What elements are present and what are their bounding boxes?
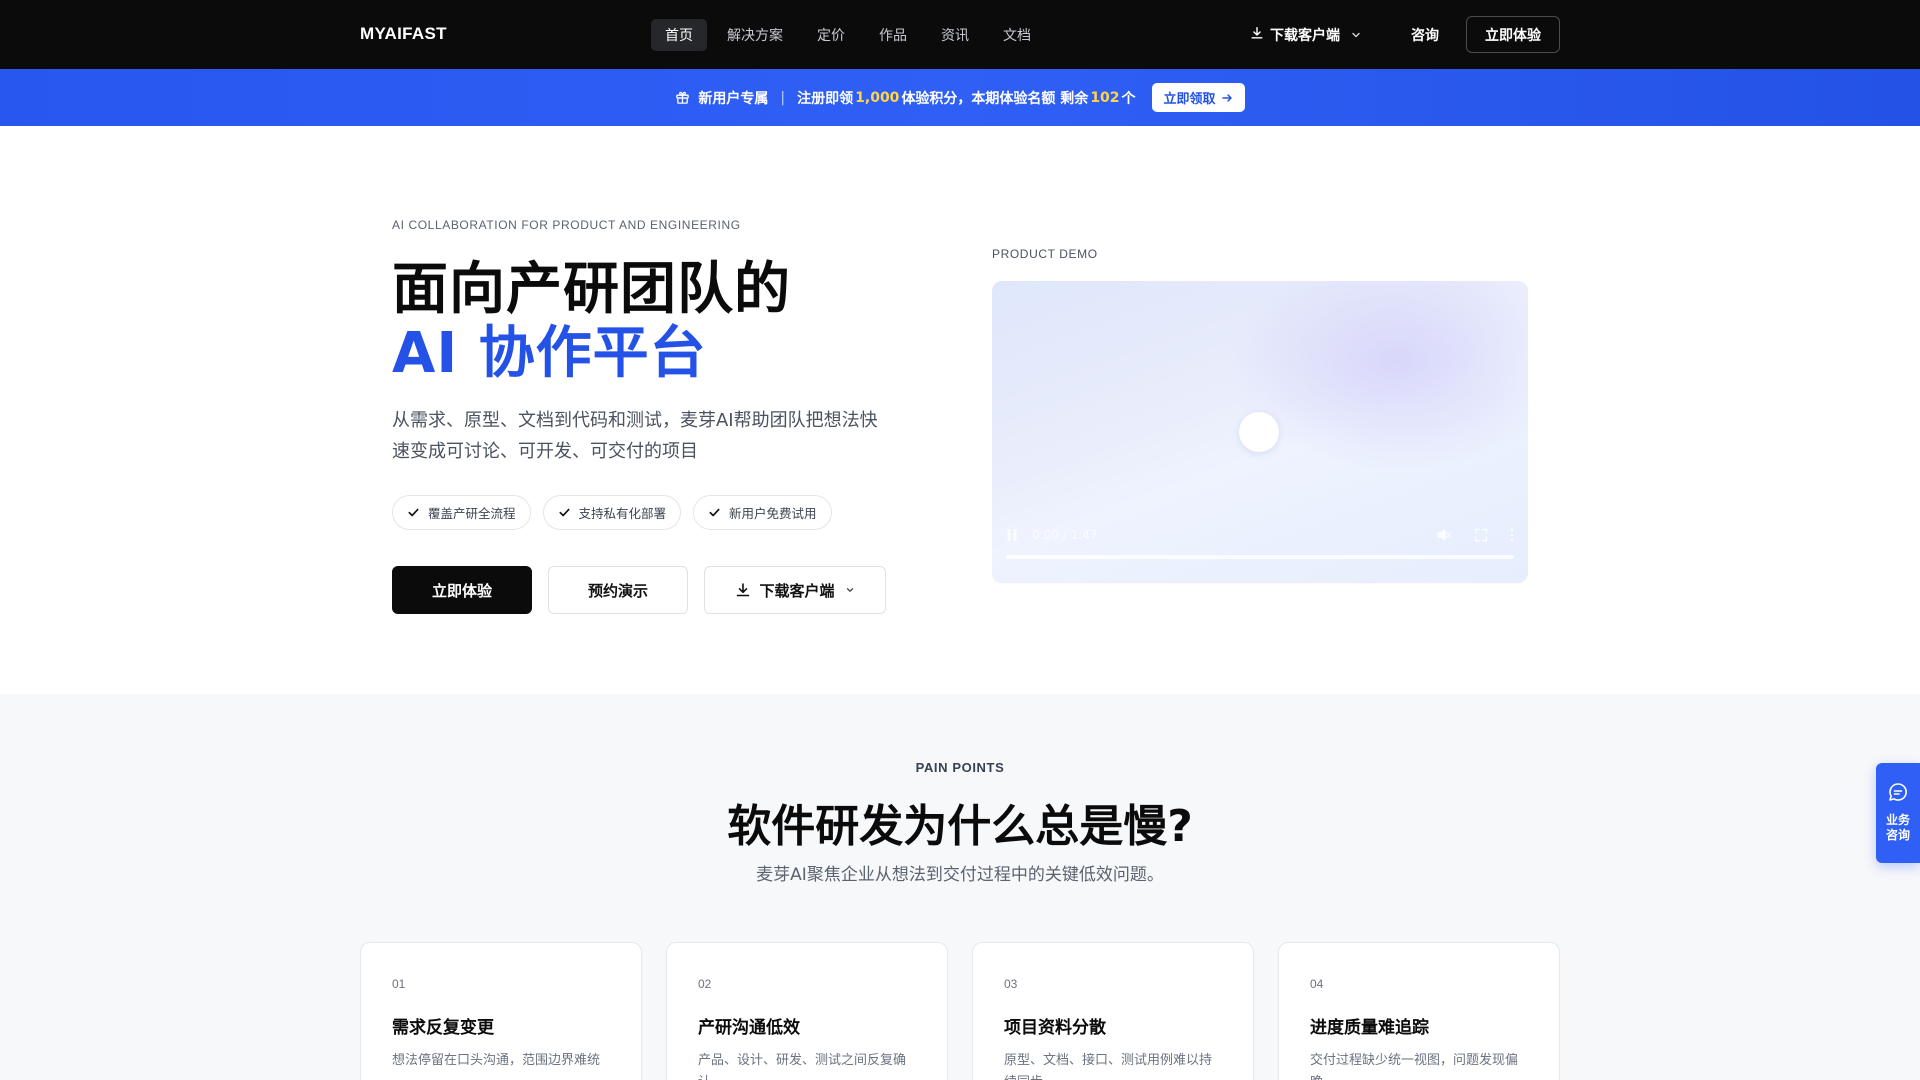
promo-divider: |: [780, 89, 786, 106]
card-description: 产品、设计、研发、测试之间反复确认。: [698, 1053, 907, 1080]
nav-consult-link[interactable]: 咨询: [1411, 19, 1439, 51]
nav-try-now-button[interactable]: 立即体验: [1466, 16, 1560, 53]
card-title: 需求反复变更: [392, 1018, 494, 1038]
top-nav: MYAIFAST 首页 解决方案 定价 作品 资讯 文档 下载客户端 咨询 立即…: [0, 0, 1920, 69]
pain-point-card: 03 项目资料分散 原型、文档、接口、测试用例难以持续同步。: [972, 942, 1254, 1080]
card-number: 02: [698, 977, 712, 991]
book-demo-button[interactable]: 预约演示: [548, 566, 688, 614]
check-icon: [407, 506, 420, 519]
hero-download-button[interactable]: 下载客户端: [704, 566, 886, 614]
feature-chip: 新用户免费试用: [693, 495, 832, 530]
pain-points-title: 软件研发为什么总是慢?: [727, 801, 1193, 852]
promo-claim-button[interactable]: 立即领取: [1151, 83, 1245, 112]
card-number: 03: [1004, 977, 1018, 991]
product-demo-video[interactable]: 0:00 / 1:47: [992, 281, 1528, 583]
demo-label: PRODUCT DEMO: [992, 247, 1098, 261]
pain-point-card: 02 产研沟通低效 产品、设计、研发、测试之间反复确认。: [666, 942, 948, 1080]
promo-claim-label: 立即领取: [1163, 92, 1216, 107]
promo-banner: 新用户专属 | 注册即领 1,000 体验积分，本期体验名额 剩余 102 个 …: [0, 69, 1920, 126]
promo-text-a: 注册即领: [797, 90, 854, 107]
nav-item-home[interactable]: 首页: [651, 19, 707, 51]
nav-download-label: 下载客户端: [1270, 28, 1340, 44]
video-play-indicator[interactable]: [1239, 412, 1279, 452]
feature-chip-label: 覆盖产研全流程: [428, 506, 516, 521]
floating-consult-label: 业务 咨询: [1886, 813, 1910, 843]
card-number: 01: [392, 977, 406, 991]
brand-logo[interactable]: MYAIFAST: [360, 24, 447, 44]
nav-item-works[interactable]: 作品: [865, 19, 921, 51]
hero-eyebrow: AI COLLABORATION FOR PRODUCT AND ENGINEE…: [392, 218, 741, 232]
chevron-down-icon: [845, 585, 855, 595]
promo-text-c: 个: [1121, 90, 1136, 107]
card-title: 进度质量难追踪: [1310, 1018, 1429, 1038]
fullscreen-icon[interactable]: [1474, 528, 1488, 542]
hero-title-line2: AI 协作平台: [392, 321, 707, 386]
card-description: 交付过程缺少统一视图，问题发现偏晚。: [1310, 1053, 1519, 1080]
video-progress-track[interactable]: [1006, 555, 1514, 559]
arrow-right-icon: [1221, 92, 1233, 104]
pain-point-card: 04 进度质量难追踪 交付过程缺少统一视图，问题发现偏晚。: [1278, 942, 1560, 1080]
check-icon: [708, 506, 721, 519]
promo-remaining: 102: [1090, 89, 1120, 106]
nav-item-solutions[interactable]: 解决方案: [713, 19, 797, 51]
promo-points: 1,000: [855, 89, 900, 106]
card-description: 原型、文档、接口、测试用例难以持续同步。: [1004, 1053, 1213, 1080]
pain-points-subtitle: 麦芽AI聚焦企业从想法到交付过程中的关键低效问题。: [756, 865, 1164, 885]
hero-try-now-button[interactable]: 立即体验: [392, 566, 532, 614]
hero-feature-chips: 覆盖产研全流程 支持私有化部署 新用户免费试用: [392, 495, 832, 530]
feature-chip-label: 支持私有化部署: [578, 506, 667, 521]
feature-chip: 支持私有化部署: [542, 495, 682, 530]
promo-tag: 新用户专属: [698, 90, 769, 107]
pain-point-cards: 01 需求反复变更 想法停留在口头沟通，范围边界难统一。 02 产研沟通低效 产…: [360, 942, 1560, 1080]
hero-description: 从需求、原型、文档到代码和测试，麦芽AI帮助团队把想法快速变成可讨论、可开发、可…: [392, 410, 878, 462]
nav-item-pricing[interactable]: 定价: [803, 19, 859, 51]
download-icon: [1250, 26, 1264, 44]
card-number: 04: [1310, 977, 1324, 991]
mute-icon[interactable]: [1436, 528, 1452, 542]
nav-item-docs[interactable]: 文档: [989, 19, 1045, 51]
hero-title-line1: 面向产研团队的: [392, 257, 791, 322]
promo-text-b: 体验积分，本期体验名额 剩余: [901, 90, 1089, 107]
nav-download-button[interactable]: 下载客户端: [1250, 19, 1362, 51]
gift-icon: [675, 90, 690, 105]
hero-title: 面向产研团队的 AI 协作平台: [392, 258, 791, 386]
more-options-icon[interactable]: [1510, 528, 1514, 542]
floating-consult-button[interactable]: 业务 咨询: [1876, 763, 1920, 863]
card-description: 想法停留在口头沟通，范围边界难统一。: [392, 1053, 601, 1080]
chevron-down-icon: [1350, 29, 1362, 41]
chat-bubble-icon: [1887, 781, 1909, 803]
card-title: 项目资料分散: [1004, 1018, 1106, 1038]
video-controls: 0:00 / 1:47: [1006, 525, 1514, 565]
check-icon: [558, 506, 571, 519]
nav-item-news[interactable]: 资讯: [927, 19, 983, 51]
floating-consult-line2: 咨询: [1885, 828, 1910, 842]
hero-download-label: 下载客户端: [759, 581, 835, 600]
hero-actions: 立即体验 预约演示 下载客户端: [392, 566, 886, 614]
feature-chip: 覆盖产研全流程: [392, 495, 531, 530]
card-title: 产研沟通低效: [698, 1018, 800, 1038]
video-time: 0:00 / 1:47: [1032, 528, 1098, 542]
floating-consult-line1: 业务: [1885, 813, 1910, 827]
pain-point-card: 01 需求反复变更 想法停留在口头沟通，范围边界难统一。: [360, 942, 642, 1080]
download-icon: [735, 582, 751, 598]
pain-points-label: PAIN POINTS: [915, 760, 1005, 775]
main-nav: 首页 解决方案 定价 作品 资讯 文档: [651, 19, 1045, 51]
feature-chip-label: 新用户免费试用: [729, 506, 817, 521]
pause-icon[interactable]: [1006, 528, 1018, 542]
